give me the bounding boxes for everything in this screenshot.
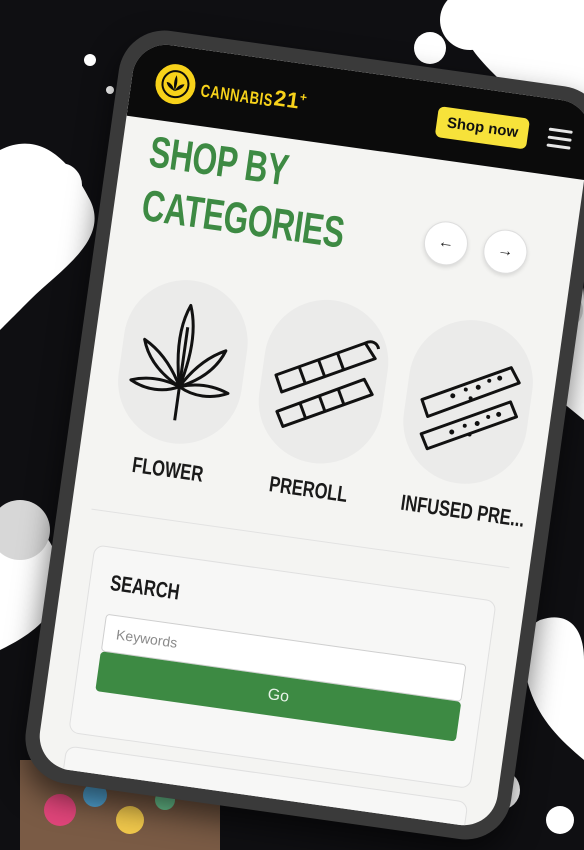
- category-preroll[interactable]: PREROLL: [237, 291, 404, 512]
- shop-now-button[interactable]: Shop now: [435, 105, 531, 150]
- preroll-joints-icon: [250, 291, 397, 472]
- brand-number: 21: [272, 85, 302, 114]
- category-label: FLOWER: [130, 451, 205, 487]
- search-widget: SEARCH Go: [68, 544, 497, 790]
- brand-plus: +: [299, 89, 309, 105]
- category-infused-preroll[interactable]: INFUSED PRE...: [382, 311, 549, 532]
- category-label: PREROLL: [267, 471, 350, 507]
- infused-preroll-icon: [395, 312, 541, 492]
- arrow-left-glyph: ←: [436, 233, 456, 253]
- page-title: SHOP BY CATEGORIES: [138, 126, 355, 261]
- cannabis-leaf-icon: [110, 272, 256, 452]
- hamburger-menu-icon[interactable]: [546, 127, 573, 150]
- category-flower[interactable]: FLOWER: [97, 271, 264, 492]
- arrow-left-icon[interactable]: ←: [421, 218, 471, 269]
- phone-screen: CANNABIS 21 + Shop now SHOP BY CATEGORIE…: [35, 40, 584, 830]
- category-label: INFUSED PRE...: [399, 489, 527, 532]
- arrow-right-glyph: →: [496, 241, 515, 261]
- arrow-right-icon[interactable]: →: [480, 226, 531, 277]
- brand-logo[interactable]: CANNABIS 21 +: [152, 61, 310, 123]
- cannabis-leaf-logo-icon: [152, 61, 199, 107]
- brand-wordmark: CANNABIS 21 +: [199, 75, 308, 116]
- brand-word: CANNABIS: [199, 80, 275, 111]
- carousel-nav: ← →: [421, 218, 531, 277]
